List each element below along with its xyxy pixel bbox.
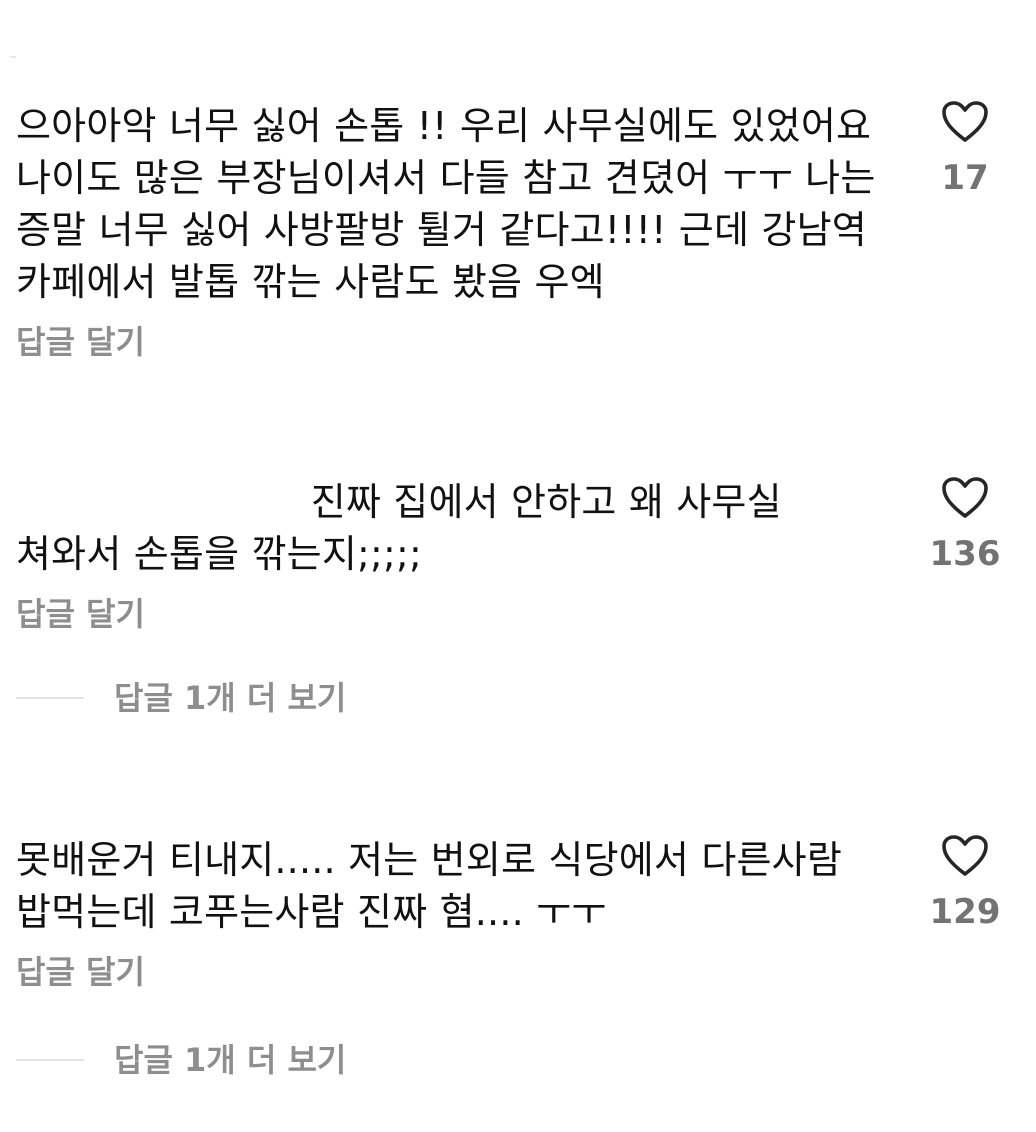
like-count: 17 (941, 158, 989, 198)
like-count: 136 (929, 534, 1001, 574)
heart-icon[interactable] (941, 476, 989, 520)
comment-3: 못배운거 티내지..... 저는 번외로 식당에서 다른사람 밥먹는데 코푸는사… (16, 834, 1020, 992)
view-more-replies-label[interactable]: 답글 1개 더 보기 (114, 678, 346, 718)
heart-icon[interactable] (941, 834, 989, 878)
top-divider (10, 56, 16, 58)
comment-2: 진짜 집에서 안하고 왜 사무실 쳐와서 손톱을 깎는지;;;;; 답글 달기 … (16, 476, 1020, 634)
like-control: 17 (910, 100, 1020, 198)
view-more-replies[interactable]: 답글 1개 더 보기 (16, 678, 516, 718)
view-more-replies[interactable]: 답글 1개 더 보기 (16, 1040, 516, 1080)
comment-text: 으아아악 너무 싫어 손톱 !! 우리 사무실에도 있었어요 나이도 많은 부장… (16, 104, 876, 304)
like-control: 129 (910, 834, 1020, 932)
heart-icon[interactable] (941, 100, 989, 144)
comment-1: 으아아악 너무 싫어 손톱 !! 우리 사무실에도 있었어요 나이도 많은 부장… (16, 100, 1020, 362)
comment-text: 진짜 집에서 안하고 왜 사무실 쳐와서 손톱을 깎는지;;;;; (16, 480, 795, 576)
replies-divider-line (16, 697, 84, 699)
reply-button[interactable]: 답글 달기 (16, 322, 1020, 362)
view-more-replies-label[interactable]: 답글 1개 더 보기 (114, 1040, 346, 1080)
reply-button[interactable]: 답글 달기 (16, 594, 1020, 634)
like-count: 129 (929, 892, 1001, 932)
reply-button[interactable]: 답글 달기 (16, 952, 1020, 992)
like-control: 136 (910, 476, 1020, 574)
comment-text: 못배운거 티내지..... 저는 번외로 식당에서 다른사람 밥먹는데 코푸는사… (16, 838, 842, 934)
replies-divider-line (16, 1059, 84, 1061)
